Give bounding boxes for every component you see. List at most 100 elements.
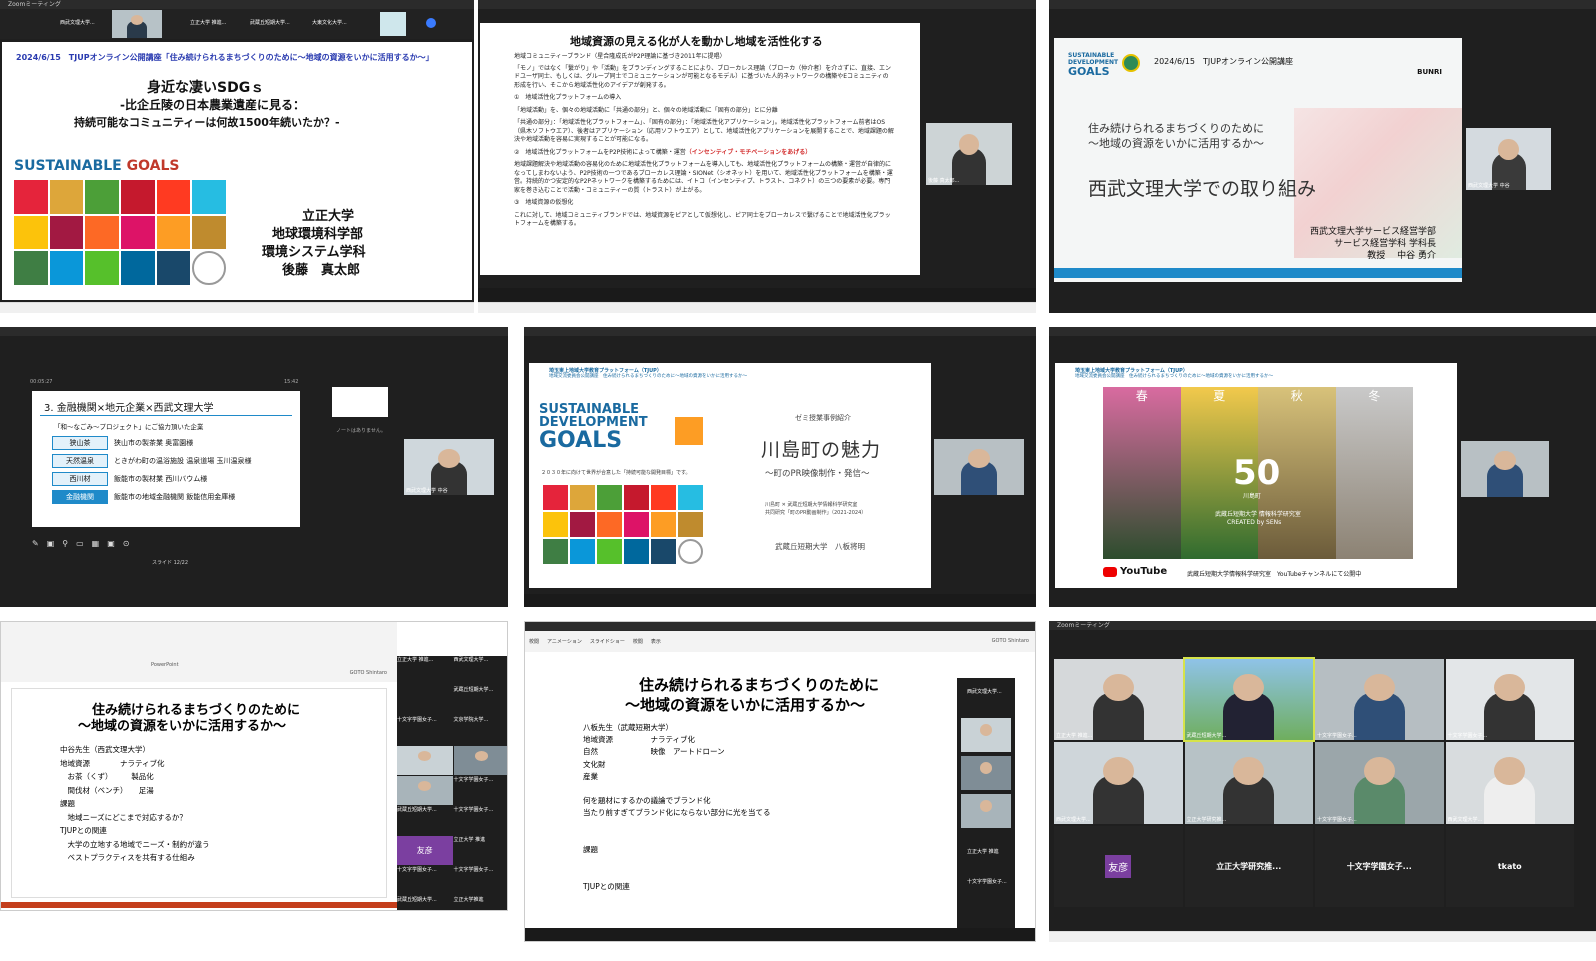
ribbon-menu[interactable]: 校閲 アニメーション スライドショー 校閲 表示 [529, 638, 661, 645]
sdg-logo: SUSTAINABLE DEVELOPMENT GOALS [539, 403, 648, 453]
text-label: 西武文理大学 中谷 [406, 488, 448, 494]
video-tile [961, 718, 1011, 752]
text-label: 大東文化大学... [312, 20, 347, 26]
video-tile [397, 746, 453, 775]
text-line: 地域コミュニティーブランド（星合隆成氏がP2P理論に基づき2011年に提唱） [514, 53, 726, 60]
text-label: 十文字学園女子... [967, 879, 1007, 885]
window-title [0, 327, 508, 336]
highlight-text: （インセンティブ・モチベーションをあげる） [685, 148, 812, 156]
video-tile: 西武文理大学 中谷 [1466, 128, 1551, 190]
video-tile [934, 439, 1024, 495]
shared-slide: 2024/6/15 TJUPオンライン公開講座「住み続けられるまちづくりのために… [2, 42, 472, 300]
text-label: 何を題材にするかの議論でブランド化 [583, 796, 711, 806]
text-label: 西武文理大学... [453, 657, 489, 663]
text-label: 立正大学 推進... [190, 20, 227, 26]
clock: 15:42 [284, 379, 299, 385]
video-tile: 立正大学 推進... [1054, 659, 1183, 741]
youtube-note: 武蔵丘短期大学情報科学研究室 YouTubeチャンネルにて公開中 [1187, 571, 1362, 578]
video-tile [380, 12, 406, 36]
zoom-window-6: 埼玉東上地域大学教育プラットフォーム（TJUP） 地域交流委員会公開講座 住み続… [1049, 327, 1596, 607]
slide-number[interactable]: スライド 12/22 [130, 559, 210, 569]
text-label: 校閲 [529, 639, 540, 645]
slide-header: 地域交流委員会公開講座 住み続けられるまちづくりのために～地域の資源をいかに活用… [1075, 374, 1273, 379]
slide-editor[interactable]: 住み続けられるまちづくりのために ～地域の資源をいかに活用するか～ 八板先生（武… [531, 666, 947, 932]
presenter-tools[interactable]: ✎▣⚲▭▦▣⊙ [32, 539, 152, 549]
shared-slide: SUSTAINABLE DEVELOPMENT GOALS 2024/6/15 TJ… [1054, 38, 1462, 282]
text-line: 「地域活動」を、個々の地域活動に「共通の部分」と、個々の地域活動に「固有の部分」… [514, 106, 778, 114]
sdg-icons-grid [14, 180, 227, 286]
department-name: 環境システム学科 [262, 245, 366, 260]
bunri-logo: BUNRI [1417, 68, 1442, 76]
video-tile: 十文字学園女子... [1445, 659, 1574, 741]
video-tile: 西武文理大学 中谷 [404, 439, 494, 495]
zoom-window-3: SUSTAINABLE DEVELOPMENT GOALS 2024/6/15 TJ… [1049, 0, 1596, 313]
timer: 00:05:27 [30, 379, 53, 385]
text-label: 春 [1135, 389, 1148, 403]
slide-label: ゼミ授業事例紹介 [795, 414, 851, 422]
text-label [583, 868, 771, 880]
town-name: 川島町 [1243, 493, 1262, 500]
text-label: 西武文理大学... [60, 20, 95, 26]
gallery-panel: 西武文理大学... 立正大学 推進 十文字学園女子... [957, 678, 1015, 936]
zoom-gallery-window: Zoomミーティング 立正大学 推進... 武蔵丘短期大学... 十文字学園女子… [1049, 621, 1596, 942]
text-label: 十文字学園女子... [453, 807, 494, 813]
participant-avatar: 友彦 [1105, 854, 1132, 878]
presenter-name: 後藤 真太郎 [282, 263, 361, 278]
window-title [1049, 0, 1596, 9]
slide-title: 地域資源の見える化が人を動かし地域を活性化する [570, 35, 823, 48]
department-name: 地球環境科学部 [272, 227, 364, 242]
user-name: GOTO Shintaro [991, 638, 1029, 644]
text-label: 武蔵丘短期大学... [250, 20, 290, 26]
app-name: PowerPoint [151, 662, 179, 668]
ribbon: PowerPoint GOTO Shintaro [1, 622, 397, 682]
text-label [583, 783, 771, 795]
next-page-icon[interactable] [426, 18, 436, 28]
season-labels: 春夏秋冬 [1103, 387, 1413, 404]
slide-subtitle: ～町のPR映像制作・発信～ [765, 469, 870, 479]
list-item: 天然温泉 ときがわ町の温浴施設 温泉道場 玉川温泉様 [52, 454, 251, 468]
slide-body: 八板先生（武蔵短期大学） 地域資源 ナラティブ化 自然 映像 アートドローン 文化財産… [583, 722, 771, 893]
zoom-controls[interactable] [525, 928, 1035, 941]
video-tile [1461, 441, 1549, 497]
window-title [1049, 327, 1596, 336]
text-label: 自然 映像 アートドローン [583, 747, 725, 757]
user-name: GOTO Shintaro [349, 670, 387, 676]
slide-note: 「和～なごみ～プロジェクト」にご協力頂いた企業 [54, 423, 204, 431]
text-label: 西川材 [52, 472, 108, 486]
tap-logo [1122, 54, 1140, 72]
text-label: 課題 [583, 845, 598, 855]
zoom-window-2: 地域資源の見える化が人を動かし地域を活性化する 地域コミュニティーブランド（星合… [478, 0, 1036, 313]
zoom-controls[interactable] [524, 594, 1036, 607]
powerpoint-window-8: 校閲 アニメーション スライドショー 校閲 表示 GOTO Shintaro 住み続けら… [524, 621, 1036, 942]
slide-footer-bar [1054, 268, 1462, 278]
text-line: ③ 地域資源の仮想化 [514, 199, 574, 206]
text-label: 飯能市の地域金融機関 飯能信用金庫様 [114, 493, 236, 501]
shared-slide: 地域資源の見える化が人を動かし地域を活性化する 地域コミュニティーブランド（星合… [480, 23, 920, 275]
text-label: 天然温泉 [52, 454, 108, 468]
slide-credit: 川島町 ✕ 武蔵丘短期大学情報科学研究室 [765, 502, 858, 508]
text-label [583, 856, 771, 868]
text-label: 立正大学研究推... [1186, 816, 1227, 823]
taskbar [0, 302, 474, 313]
sdg-caption: ２０３０年に向けて世界が合意した「持続可能な開発目標」です。 [541, 470, 691, 476]
slide-editor[interactable]: 住み続けられるまちづくりのために ～地域の資源をいかに活用するか～ 中谷先生（西… [11, 688, 387, 898]
text-line: ② 地域活性化プラットフォームをP2P技術によって構築・運営 [514, 148, 686, 156]
text-label: スライドショー [589, 639, 625, 645]
participant-name: tkato [1497, 861, 1522, 871]
list-item: 西川材 飯能市の製材業 西川バウム様 [52, 472, 251, 486]
zoom-controls[interactable] [478, 288, 1036, 301]
slide-title-underline [40, 415, 292, 416]
anniversary-logo: 50 [1233, 453, 1281, 493]
text-paragraph: 地域課題解決や地域活動の容易化のために地域活性化プラットフォームを導入しても、地… [514, 161, 893, 194]
text-label: SUSTAINABLE [1068, 52, 1115, 59]
gallery-panel: 立正大学 推進... 西武文理大学... 武蔵丘短期大学... 十文字学園女子..… [397, 656, 507, 910]
text-label: 立正大学 推進 [453, 837, 486, 843]
text-label: YouTube [1120, 566, 1168, 577]
sdg-logo: SUSTAINABLE GOALS [14, 158, 180, 174]
presenter-name: 武蔵丘短期大学 八板将明 [775, 542, 865, 551]
video-tile: 後藤 真太郎... [926, 123, 1012, 185]
text-label: 課題 [60, 799, 75, 808]
list-item: 狭山茶 狭山市の製茶業 奥富園様 [52, 436, 251, 450]
slide-subtitle: ～地域の資源をいかに活用するか～ [1088, 137, 1264, 150]
university-name: 立正大学 [302, 209, 355, 224]
